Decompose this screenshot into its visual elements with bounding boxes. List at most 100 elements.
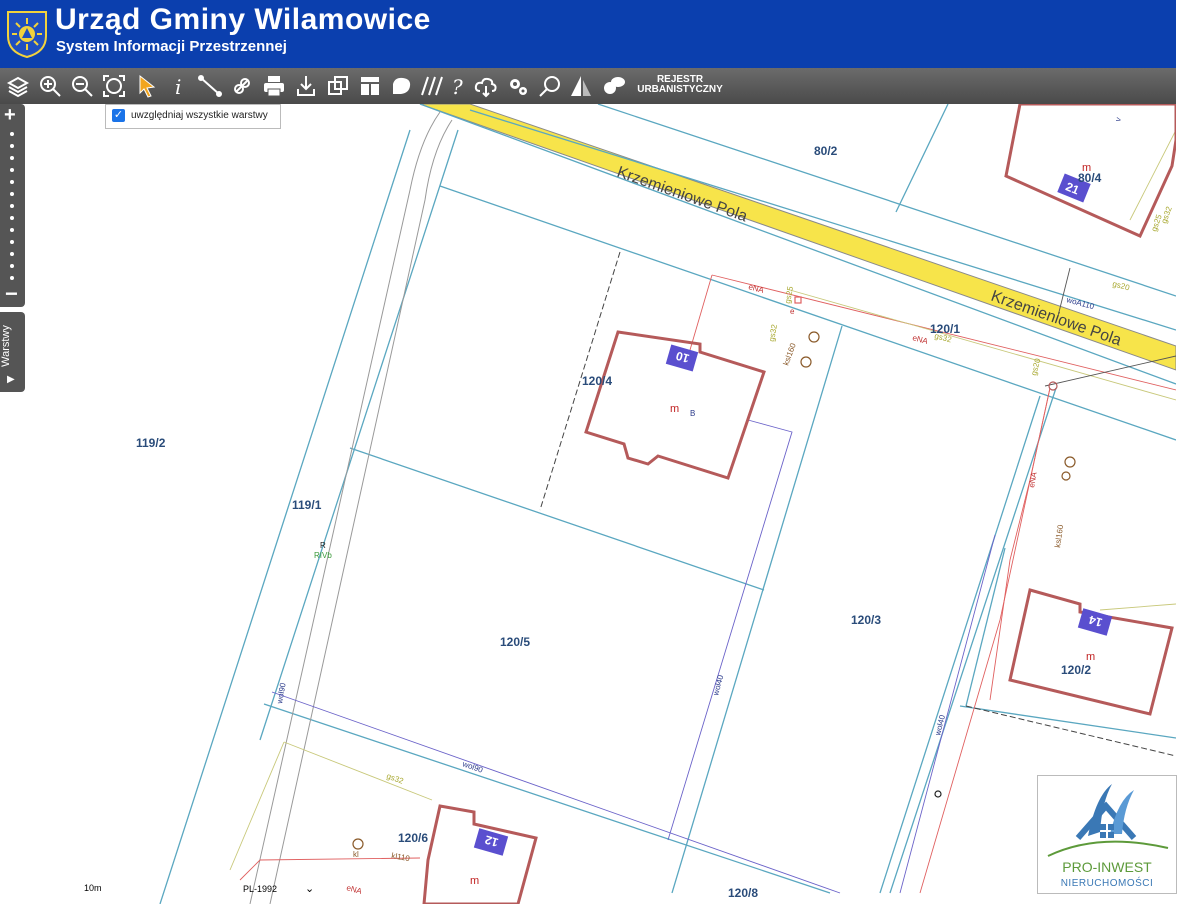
zoom-level-dot[interactable] (10, 192, 14, 196)
include-all-layers-checkbox[interactable]: ✓ (112, 109, 125, 122)
draw-polygon-icon[interactable] (387, 72, 415, 100)
parcel-label: 120/8 (728, 886, 758, 900)
utility-label: eNA (911, 333, 929, 346)
parcel-label: 120/4 (582, 374, 612, 388)
utility-label: gs32 (385, 771, 405, 786)
zoom-level-dot[interactable] (10, 264, 14, 268)
zoom-out-icon[interactable] (68, 72, 96, 100)
svg-text:i: i (175, 75, 181, 98)
layers-tab[interactable]: Warstwy ▶ (0, 312, 25, 392)
parcel-label: 80/2 (814, 144, 838, 158)
main-toolbar: i ? REJESTR URBANISTYCZNY (0, 68, 1176, 104)
app-subtitle: System Informacji Przestrzennej (56, 38, 287, 55)
utility-label: gs32 (767, 323, 779, 342)
zoom-level-dot[interactable] (10, 180, 14, 184)
utility-label: gs32 (1159, 205, 1174, 225)
copy-layers-icon[interactable] (324, 72, 352, 100)
road-edge-lines (249, 111, 453, 904)
info-icon[interactable]: i (165, 72, 193, 100)
measure-distance-icon[interactable] (196, 72, 224, 100)
parcel-label: 119/2 (136, 436, 166, 450)
parcel-label: 120/2 (1061, 663, 1091, 677)
layout-icon[interactable] (356, 72, 384, 100)
gas-pipes (229, 129, 1176, 871)
map-svg: Krzemieniowe Pola Krzemieniowe Pola 80/2… (136, 104, 1176, 904)
zoom-level-dot[interactable] (10, 204, 14, 208)
expand-arrow-icon: ▶ (7, 374, 15, 385)
coat-of-arms-icon (7, 11, 47, 58)
utility-label: eNA (1027, 471, 1039, 489)
building-mark: B (690, 409, 695, 418)
app-title: Urząd Gminy Wilamowice (55, 3, 431, 36)
zoom-level-dot[interactable] (10, 228, 14, 232)
rejestr-urbanistyczny-button[interactable]: REJESTR URBANISTYCZNY (634, 75, 726, 97)
utility-label: kl (353, 850, 359, 859)
logo-subtitle: NIERUCHOMOŚCI (1060, 878, 1154, 889)
parcel-label: 120/5 (500, 635, 530, 649)
building-mark: m (470, 875, 479, 887)
utility-label: e (790, 307, 795, 316)
utility-label: kl110 (391, 851, 411, 863)
scale-bar-label: 10m (84, 883, 102, 893)
utility-label: ksl160 (781, 341, 798, 366)
layer-options-panel: ✓ uwzględniaj wszystkie warstwy (105, 104, 281, 129)
zoom-level-dot[interactable] (10, 168, 14, 172)
zoom-level-dot[interactable] (10, 276, 14, 280)
utility-label: wol90 (460, 759, 484, 775)
building-mark: m (670, 403, 679, 415)
house-number-badges (473, 173, 1113, 856)
zoom-level-dot[interactable] (10, 132, 14, 136)
layers-icon[interactable] (4, 72, 32, 100)
app-header: Urząd Gminy Wilamowice System Informacji… (0, 0, 1176, 68)
zoom-slider[interactable]: + − (0, 104, 25, 307)
zoom-level-dot[interactable] (10, 156, 14, 160)
house-number-labels: 21 10 14 12 (483, 179, 1104, 849)
zoom-level-dot[interactable] (10, 144, 14, 148)
water-pipes (271, 419, 996, 894)
utility-label: R (320, 541, 326, 550)
zoom-in-button[interactable]: + (4, 104, 16, 127)
utility-label: gs20 (1029, 357, 1042, 377)
parcel-label: 120/6 (398, 831, 428, 845)
zoom-in-icon[interactable] (36, 72, 64, 100)
hatch-icon[interactable] (418, 72, 446, 100)
zoom-level-dot[interactable] (10, 216, 14, 220)
building-mark: m (1086, 651, 1095, 663)
road-krzemieniowe-pola (419, 104, 1176, 371)
chevron-down-icon[interactable]: ⌄ (305, 882, 314, 895)
layers-tab-label: Warstwy (0, 325, 12, 367)
parcel-label: 119/1 (292, 498, 322, 512)
include-all-layers-label: uwzględniaj wszystkie warstwy (131, 110, 268, 121)
utility-label: gs20 (1111, 279, 1131, 292)
utility-label: wol40 (711, 673, 726, 697)
help-icon[interactable]: ? (444, 72, 472, 100)
rejestr-line2: URBANISTYCZNY (637, 84, 723, 95)
utility-label: RIVb (314, 551, 332, 560)
utility-label: v (1113, 116, 1123, 122)
house-logo-icon (1047, 784, 1169, 857)
select-arrow-icon[interactable] (133, 72, 161, 100)
print-icon[interactable] (260, 72, 288, 100)
crs-select[interactable]: PL-1992 (243, 884, 277, 894)
utility-label: wol90 (275, 682, 288, 706)
download-icon[interactable] (292, 72, 320, 100)
cloud-icon[interactable] (472, 72, 500, 100)
map-canvas[interactable]: Krzemieniowe Pola Krzemieniowe Pola 80/2… (0, 104, 1176, 904)
logo-name: PRO-INWEST (1062, 859, 1152, 875)
zoom-extent-icon[interactable] (100, 72, 128, 100)
utility-label: eNA (345, 883, 363, 896)
utility-label: ksl160 (1053, 524, 1065, 549)
pro-inwest-logo: PRO-INWEST NIERUCHOMOŚCI (1037, 775, 1177, 894)
utility-label: gs25 (783, 285, 795, 304)
building-mark: m (1082, 162, 1091, 174)
zoom-level-dot[interactable] (10, 240, 14, 244)
chat-icon[interactable] (600, 72, 628, 100)
search-icon[interactable] (536, 72, 564, 100)
settings-icon[interactable] (504, 72, 532, 100)
parcel-label: 120/3 (851, 613, 881, 627)
zoom-out-button[interactable]: − (5, 281, 18, 307)
measure-area-icon[interactable] (228, 72, 256, 100)
svg-text:?: ? (452, 75, 463, 98)
zoom-level-dot[interactable] (10, 252, 14, 256)
compare-icon[interactable] (567, 72, 595, 100)
